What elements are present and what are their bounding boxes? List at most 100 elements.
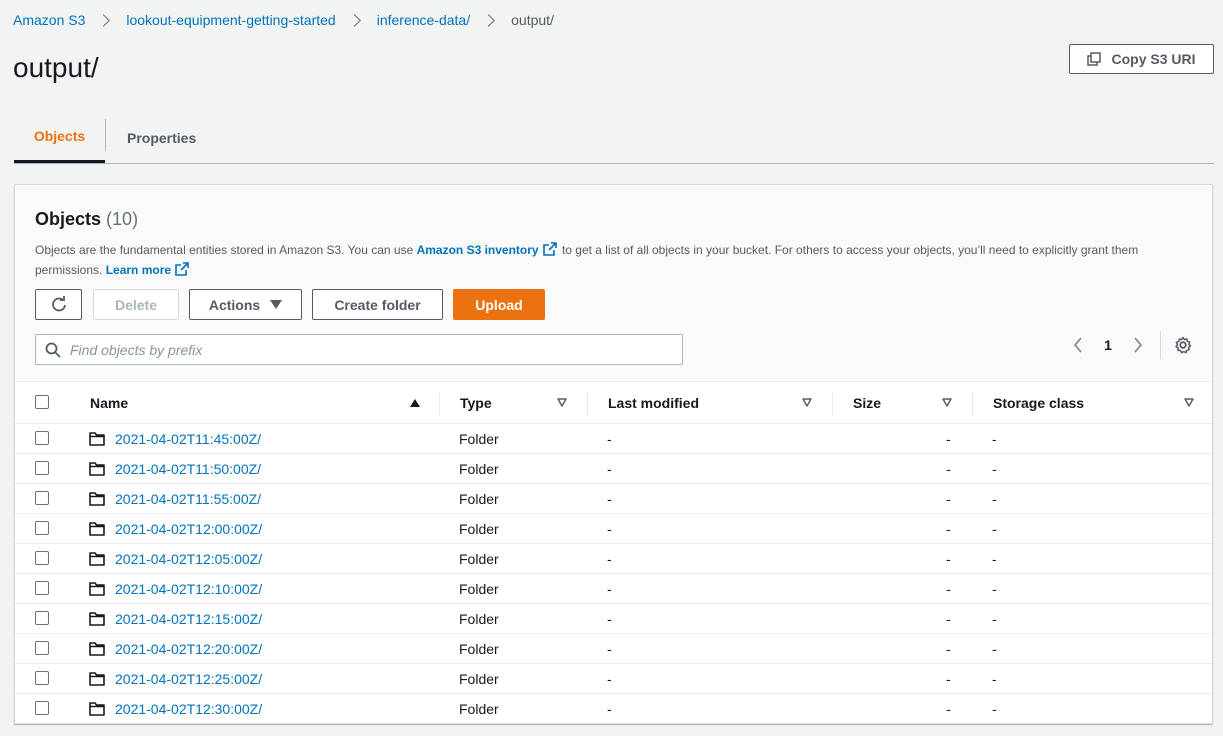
table-row[interactable]: 2021-04-02T12:30:00Z/Folder - - - <box>15 694 1212 723</box>
create-folder-button[interactable]: Create folder <box>312 289 443 320</box>
sort-icon[interactable] <box>1184 398 1194 407</box>
storage-class-cell: - <box>992 701 997 717</box>
folder-name-link[interactable]: 2021-04-02T12:00:00Z/ <box>115 514 262 544</box>
sort-ascending-icon[interactable] <box>410 399 420 407</box>
sort-icon[interactable] <box>942 398 952 407</box>
last-modified-cell: - <box>607 491 612 507</box>
upload-button[interactable]: Upload <box>453 289 545 320</box>
size-cell: - <box>946 641 951 657</box>
folder-icon <box>89 544 105 574</box>
tab-bar: Objects Properties <box>14 112 1214 164</box>
column-header-size[interactable]: Size <box>853 382 881 424</box>
folder-name-link[interactable]: 2021-04-02T12:10:00Z/ <box>115 574 262 604</box>
table-row[interactable]: 2021-04-02T12:05:00Z/Folder - - - <box>15 544 1212 574</box>
delete-button[interactable]: Delete <box>93 289 179 320</box>
actions-dropdown-button[interactable]: Actions <box>189 289 302 320</box>
storage-class-cell: - <box>992 461 997 477</box>
table-row[interactable]: 2021-04-02T11:55:00Z/Folder - - - <box>15 484 1212 514</box>
objects-description: Objects are the fundamental entities sto… <box>35 240 1185 280</box>
folder-name-link[interactable]: 2021-04-02T11:50:00Z/ <box>115 454 261 484</box>
page-number[interactable]: 1 <box>1088 337 1128 353</box>
row-checkbox[interactable] <box>35 521 49 535</box>
row-checkbox[interactable] <box>35 491 49 505</box>
last-modified-cell: - <box>607 551 612 567</box>
size-cell: - <box>946 611 951 627</box>
folder-name-link[interactable]: 2021-04-02T12:25:00Z/ <box>115 664 262 694</box>
type-cell: Folder <box>459 611 499 627</box>
size-cell: - <box>946 671 951 687</box>
table-settings-button[interactable] <box>1173 335 1193 355</box>
chevron-right-icon <box>1134 337 1143 353</box>
folder-icon <box>89 574 105 604</box>
size-cell: - <box>946 521 951 537</box>
storage-class-cell: - <box>992 551 997 567</box>
s3-inventory-link[interactable]: Amazon S3 inventory <box>417 243 539 257</box>
objects-count: (10) <box>106 209 139 229</box>
copy-s3-uri-button[interactable]: Copy S3 URI <box>1069 44 1214 74</box>
refresh-button[interactable] <box>35 289 82 320</box>
external-link-icon <box>542 242 557 256</box>
table-row[interactable]: 2021-04-02T11:50:00Z/Folder - - - <box>15 454 1212 484</box>
select-all-checkbox[interactable] <box>35 395 49 409</box>
chevron-right-icon <box>482 13 495 27</box>
size-cell: - <box>946 461 951 477</box>
storage-class-cell: - <box>992 431 997 447</box>
last-modified-cell: - <box>607 701 612 717</box>
table-row[interactable]: 2021-04-02T12:00:00Z/Folder - - - <box>15 514 1212 544</box>
tab-objects[interactable]: Objects <box>14 112 105 163</box>
search-input[interactable] <box>70 341 660 358</box>
next-page-button[interactable] <box>1128 335 1148 355</box>
table-row[interactable]: 2021-04-02T12:20:00Z/Folder - - - <box>15 634 1212 664</box>
folder-icon <box>89 634 105 664</box>
size-cell: - <box>946 431 951 447</box>
sort-icon[interactable] <box>802 398 812 407</box>
column-header-type[interactable]: Type <box>460 382 492 424</box>
storage-class-cell: - <box>992 641 997 657</box>
table-row[interactable]: 2021-04-02T12:10:00Z/Folder - - - <box>15 574 1212 604</box>
column-header-storage-class[interactable]: Storage class <box>993 382 1084 424</box>
tab-properties[interactable]: Properties <box>106 112 217 163</box>
row-checkbox[interactable] <box>35 641 49 655</box>
chevron-right-icon <box>347 13 361 27</box>
last-modified-cell: - <box>607 671 612 687</box>
table-row[interactable]: 2021-04-02T12:15:00Z/Folder - - - <box>15 604 1212 634</box>
pagination-divider <box>1160 331 1161 359</box>
folder-name-link[interactable]: 2021-04-02T12:30:00Z/ <box>115 694 262 723</box>
folder-name-link[interactable]: 2021-04-02T11:55:00Z/ <box>115 484 261 514</box>
folder-name-link[interactable]: 2021-04-02T12:05:00Z/ <box>115 544 262 574</box>
type-cell: Folder <box>459 581 499 597</box>
last-modified-cell: - <box>607 611 612 627</box>
type-cell: Folder <box>459 521 499 537</box>
table-body: 2021-04-02T11:45:00Z/Folder - - - 2021-04-02… <box>15 424 1212 723</box>
last-modified-cell: - <box>607 641 612 657</box>
chevron-left-icon <box>1073 337 1082 353</box>
copy-icon <box>1087 52 1102 66</box>
folder-name-link[interactable]: 2021-04-02T12:15:00Z/ <box>115 604 262 634</box>
row-checkbox[interactable] <box>35 581 49 595</box>
row-checkbox[interactable] <box>35 611 49 625</box>
row-checkbox[interactable] <box>35 671 49 685</box>
breadcrumb-bucket[interactable]: lookout-equipment-getting-started <box>126 12 335 28</box>
row-checkbox[interactable] <box>35 551 49 565</box>
type-cell: Folder <box>459 491 499 507</box>
row-checkbox[interactable] <box>35 701 49 715</box>
actions-label: Actions <box>208 296 261 313</box>
breadcrumb-folder[interactable]: inference-data/ <box>377 12 470 28</box>
column-header-last-modified[interactable]: Last modified <box>608 382 699 424</box>
learn-more-link[interactable]: Learn more <box>106 263 171 277</box>
folder-name-link[interactable]: 2021-04-02T11:45:00Z/ <box>115 424 261 454</box>
column-header-name[interactable]: Name <box>90 382 128 424</box>
table-row[interactable]: 2021-04-02T11:45:00Z/Folder - - - <box>15 424 1212 454</box>
table-row[interactable]: 2021-04-02T12:25:00Z/Folder - - - <box>15 664 1212 694</box>
row-checkbox[interactable] <box>35 431 49 445</box>
last-modified-cell: - <box>607 431 612 447</box>
caret-down-icon <box>270 300 283 309</box>
breadcrumb-amazon-s3[interactable]: Amazon S3 <box>13 12 85 28</box>
folder-name-link[interactable]: 2021-04-02T12:20:00Z/ <box>115 634 262 664</box>
previous-page-button[interactable] <box>1068 335 1088 355</box>
sort-icon[interactable] <box>557 398 567 407</box>
copy-s3-uri-label: Copy S3 URI <box>1111 51 1196 67</box>
column-divider <box>832 392 833 416</box>
last-modified-cell: - <box>607 581 612 597</box>
row-checkbox[interactable] <box>35 461 49 475</box>
